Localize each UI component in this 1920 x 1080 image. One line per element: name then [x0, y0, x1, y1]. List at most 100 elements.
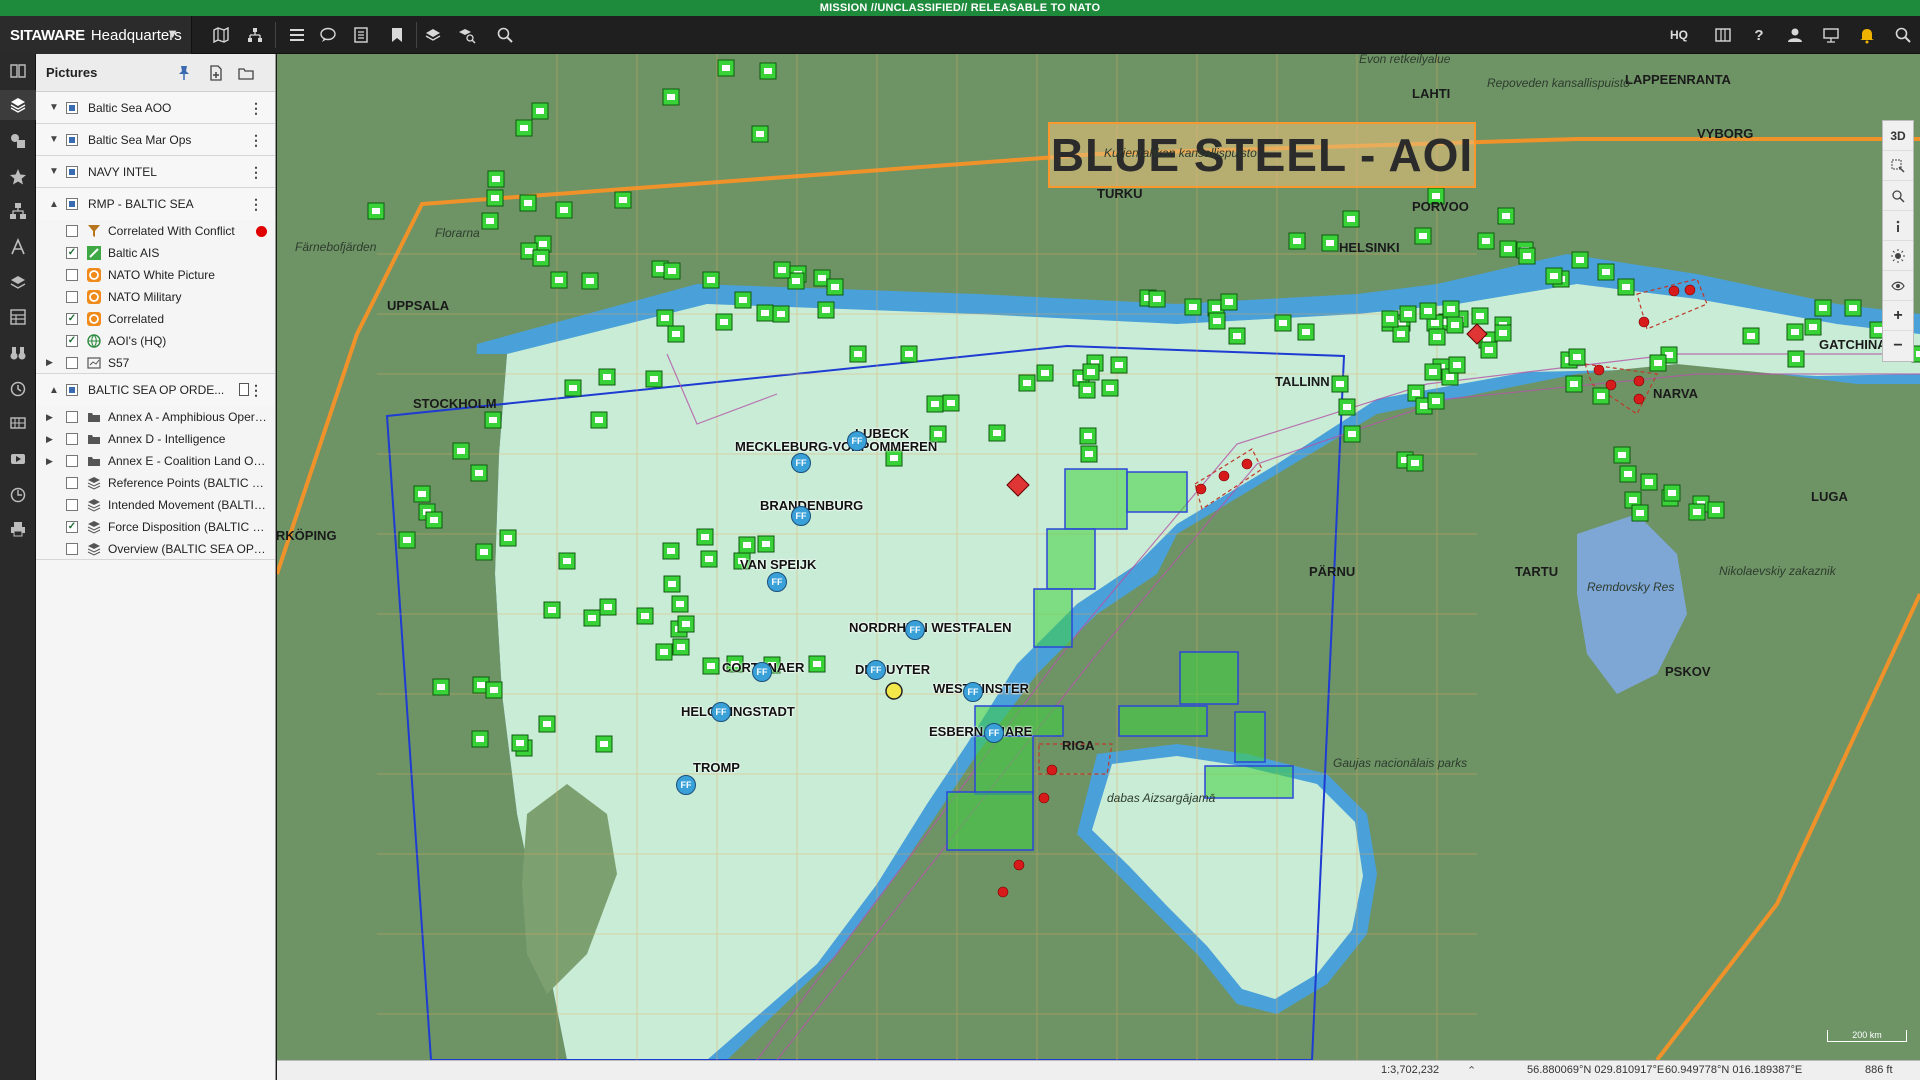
layer-item[interactable]: ✓ Correlated [36, 308, 275, 330]
stack-icon[interactable] [0, 268, 36, 298]
video-icon[interactable] [0, 444, 36, 474]
search-icon[interactable] [490, 16, 520, 54]
layers-icon[interactable] [418, 16, 448, 54]
friendly-frigate-icon[interactable]: FF [847, 431, 867, 451]
more-icon[interactable]: ⋮ [249, 196, 263, 213]
layer-checkbox[interactable]: ✓ [66, 521, 78, 533]
unit-label[interactable]: MECKLEBURG-VORPOMMEREN [735, 439, 937, 454]
hierarchy-icon[interactable] [240, 16, 270, 54]
layer-item[interactable]: Overview (BALTIC SEA OP O... [36, 538, 275, 560]
panel-icon[interactable] [1708, 16, 1738, 54]
layer-checkbox[interactable] [66, 433, 78, 445]
chevron-down-icon[interactable]: ▼ [42, 166, 66, 177]
bell-icon[interactable] [1852, 16, 1882, 54]
print-icon[interactable] [0, 514, 36, 544]
layer-checkbox[interactable]: ✓ [66, 313, 78, 325]
group-rmp-baltic-sea[interactable]: ▲ RMP - BALTIC SEA ⋮ [36, 188, 275, 220]
friendly-frigate-icon[interactable]: FF [984, 723, 1004, 743]
info-icon[interactable] [1883, 211, 1913, 241]
find-layers-icon[interactable] [452, 16, 482, 54]
unit-label[interactable]: TROMP [693, 760, 740, 775]
more-icon[interactable]: ⋮ [249, 382, 263, 399]
more-icon[interactable]: ⋮ [249, 132, 263, 149]
new-picture-icon[interactable] [206, 63, 226, 83]
group-baltic-sea-mar-ops[interactable]: ▼ Baltic Sea Mar Ops ⋮ [36, 124, 275, 156]
layer-item[interactable]: Correlated With Conflict [36, 220, 275, 242]
more-icon[interactable]: ⋮ [249, 100, 263, 117]
pin-icon[interactable] [174, 63, 194, 83]
friendly-frigate-icon[interactable]: FF [752, 662, 772, 682]
group-checkbox[interactable] [66, 384, 78, 396]
friendly-frigate-icon[interactable]: FF [791, 453, 811, 473]
grid-icon[interactable] [0, 302, 36, 332]
layer-checkbox[interactable] [66, 291, 78, 303]
zoom-in-button[interactable]: + [1883, 301, 1913, 331]
friendly-frigate-icon[interactable]: FF [711, 702, 731, 722]
friendly-frigate-icon[interactable]: FF [866, 660, 886, 680]
star-icon[interactable] [0, 162, 36, 192]
help-icon[interactable]: ? [1744, 16, 1774, 54]
layer-item[interactable]: ✓ Baltic AIS [36, 242, 275, 264]
chevron-up-icon[interactable]: ▲ [42, 385, 66, 396]
unit-label[interactable]: VAN SPEIJK [740, 557, 816, 572]
chevron-down-icon[interactable]: ▼ [42, 102, 66, 113]
menu-icon[interactable] [282, 16, 312, 54]
hq-label[interactable]: HQ [1670, 16, 1688, 54]
group-checkbox[interactable] [66, 198, 78, 210]
org-icon[interactable] [0, 196, 36, 226]
binoculars-icon[interactable] [0, 338, 36, 368]
select-icon[interactable] [1883, 151, 1913, 181]
group-checkbox[interactable] [66, 133, 78, 146]
route-icon[interactable] [0, 232, 36, 262]
3d-button[interactable]: 3D [1883, 121, 1913, 151]
chevron-up-icon[interactable]: ⌃ [1467, 1064, 1476, 1077]
more-icon[interactable]: ⋮ [249, 164, 263, 181]
eye-icon[interactable] [1883, 271, 1913, 301]
layer-item[interactable]: ✓ Force Disposition (BALTIC S... [36, 516, 275, 538]
layer-item[interactable]: Intended Movement (BALTIC... [36, 494, 275, 516]
layer-item[interactable]: ✓ AOI's (HQ) [36, 330, 275, 352]
history-icon[interactable] [0, 374, 36, 404]
group-baltic-sea-aoo[interactable]: ▼ Baltic Sea AOO ⋮ [36, 92, 275, 124]
layer-item[interactable]: ▶ Annex D - Intelligence [36, 428, 275, 450]
group-baltic-sea-op-order[interactable]: ▲ BALTIC SEA OP ORDE... ⋮ [36, 374, 275, 406]
layer-item[interactable]: NATO Military [36, 286, 275, 308]
list-icon[interactable] [346, 16, 376, 54]
layer-item[interactable]: ▶ S57 [36, 352, 275, 374]
chevron-right-icon[interactable]: ▶ [46, 456, 53, 467]
unit-label[interactable]: BRANDENBURG [760, 498, 863, 513]
table-icon[interactable] [0, 408, 36, 438]
user-icon[interactable] [1780, 16, 1810, 54]
bookmark-icon[interactable] [382, 16, 412, 54]
group-checkbox[interactable] [66, 165, 78, 178]
layer-checkbox[interactable] [66, 357, 78, 369]
friendly-frigate-icon[interactable]: FF [963, 682, 983, 702]
clock-icon[interactable] [0, 480, 36, 510]
layer-checkbox[interactable]: ✓ [66, 247, 78, 259]
chevron-down-icon[interactable]: ▼ [42, 134, 66, 145]
layer-checkbox[interactable]: ✓ [66, 335, 78, 347]
book-icon[interactable] [0, 56, 36, 86]
document-icon[interactable] [239, 383, 249, 396]
chevron-right-icon[interactable]: ▶ [46, 412, 53, 423]
layer-item[interactable]: ▶ Annex E - Coalition Land Op... [36, 450, 275, 472]
map-icon[interactable] [206, 16, 236, 54]
chevron-up-icon[interactable]: ▲ [42, 199, 66, 210]
layer-checkbox[interactable] [66, 269, 78, 281]
layer-item[interactable]: Reference Points (BALTIC SE... [36, 472, 275, 494]
search-icon[interactable] [1888, 16, 1918, 54]
folder-icon[interactable] [236, 63, 256, 83]
layer-checkbox[interactable] [66, 411, 78, 423]
zoom-select-icon[interactable] [1883, 181, 1913, 211]
unit-label[interactable]: HELGE INGSTADT [681, 704, 795, 719]
layer-checkbox[interactable] [66, 455, 78, 467]
unit-label[interactable]: ESBERN SNARE [929, 724, 1032, 739]
group-navy-intel[interactable]: ▼ NAVY INTEL ⋮ [36, 156, 275, 188]
presentation-icon[interactable] [1816, 16, 1846, 54]
friendly-frigate-icon[interactable]: FF [905, 620, 925, 640]
layer-item[interactable]: ▶ Annex A - Amphibious Opera... [36, 406, 275, 428]
layer-checkbox[interactable] [66, 499, 78, 511]
chat-icon[interactable] [313, 16, 343, 54]
layer-item[interactable]: NATO White Picture [36, 264, 275, 286]
zoom-out-button[interactable]: − [1883, 331, 1913, 361]
